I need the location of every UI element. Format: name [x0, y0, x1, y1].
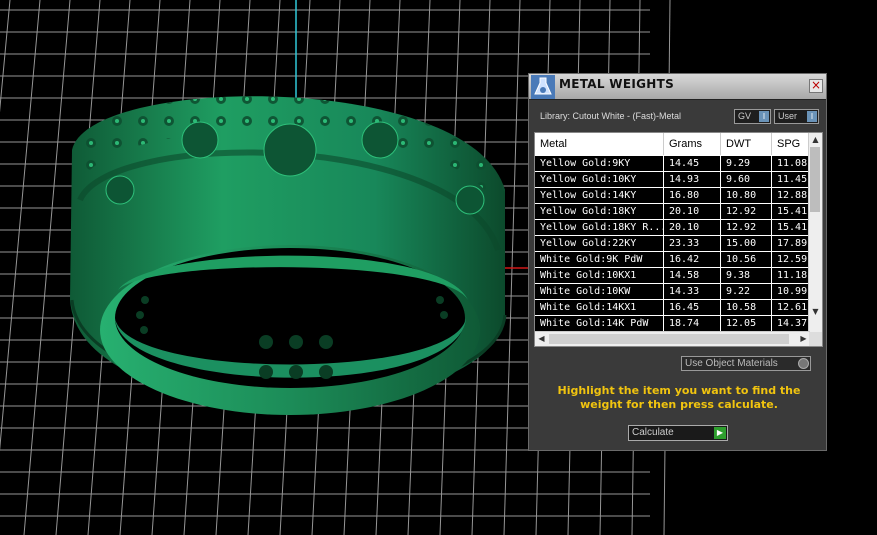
cell-metal: White Gold:14KX1 [535, 300, 664, 315]
cell-dwt: 9.22 [721, 284, 772, 299]
scroll-up-icon[interactable]: ▲ [809, 133, 822, 146]
table-row[interactable]: White Gold:9K PdW 16.42 10.56 12.59 [535, 252, 810, 268]
table-row[interactable]: White Gold:14K PdW 18.74 12.05 14.37 [535, 316, 810, 332]
cell-grams: 14.93 [664, 172, 721, 187]
table-row[interactable]: White Gold:10KX1 14.58 9.38 11.18 [535, 268, 810, 284]
cell-dwt: 10.58 [721, 300, 772, 315]
cell-dwt: 12.92 [721, 204, 772, 219]
radio-knob-icon [798, 358, 809, 369]
cell-grams: 20.10 [664, 204, 721, 219]
cell-spg: 14.37 [772, 316, 810, 331]
cell-grams: 16.80 [664, 188, 721, 203]
cell-grams: 14.58 [664, 268, 721, 283]
gv-label: GV [738, 111, 752, 121]
table-row[interactable]: White Gold:14KX1 16.45 10.58 12.61 [535, 300, 810, 316]
cell-spg: 10.99 [772, 284, 810, 299]
cell-dwt: 9.38 [721, 268, 772, 283]
ring-model [70, 96, 507, 415]
table-row[interactable]: Yellow Gold:22KY 23.33 15.00 17.89 [535, 236, 810, 252]
cell-metal: White Gold:10KX1 [535, 268, 664, 283]
horizontal-scroll-thumb[interactable] [549, 334, 789, 344]
dropdown-arrow-icon: I [759, 111, 769, 122]
cell-spg: 17.89 [772, 236, 810, 251]
table-row[interactable]: Yellow Gold:18KY R... 20.10 12.92 15.41 [535, 220, 810, 236]
panel-title: METAL WEIGHTS [559, 77, 675, 91]
play-arrow-icon: ▶ [714, 427, 726, 439]
cell-spg: 11.08 [772, 156, 810, 171]
cell-dwt: 12.05 [721, 316, 772, 331]
table-row[interactable]: Yellow Gold:9KY 14.45 9.29 11.08 [535, 156, 810, 172]
column-header-metal[interactable]: Metal [535, 133, 664, 155]
gem-flask-icon [531, 75, 555, 99]
column-header-grams[interactable]: Grams [664, 133, 721, 155]
cell-dwt: 9.60 [721, 172, 772, 187]
object-materials-toggle[interactable]: Use Object Materials [681, 356, 811, 371]
user-dropdown[interactable]: User I [774, 109, 819, 124]
cell-spg: 12.59 [772, 252, 810, 267]
cell-grams: 14.45 [664, 156, 721, 171]
calculate-button[interactable]: Calculate ▶ [628, 425, 728, 441]
cell-metal: Yellow Gold:18KY [535, 204, 664, 219]
calculate-label: Calculate [632, 427, 674, 438]
cell-metal: Yellow Gold:14KY [535, 188, 664, 203]
cell-grams: 14.33 [664, 284, 721, 299]
cell-grams: 20.10 [664, 220, 721, 235]
close-icon[interactable]: × [809, 79, 823, 93]
table-row[interactable]: Yellow Gold:10KY 14.93 9.60 11.45 [535, 172, 810, 188]
cell-spg: 11.18 [772, 268, 810, 283]
table-row[interactable]: Yellow Gold:14KY 16.80 10.80 12.88 [535, 188, 810, 204]
gv-dropdown[interactable]: GV I [734, 109, 771, 124]
table-row[interactable]: Yellow Gold:18KY 20.10 12.92 15.41 [535, 204, 810, 220]
cell-spg: 12.61 [772, 300, 810, 315]
cell-metal: White Gold:10KW [535, 284, 664, 299]
cell-dwt: 15.00 [721, 236, 772, 251]
panel-titlebar[interactable]: METAL WEIGHTS × [529, 74, 826, 100]
vertical-scroll-thumb[interactable] [810, 147, 820, 212]
cell-metal: White Gold:14K PdW [535, 316, 664, 331]
table-header: Metal Grams DWT SPG [535, 133, 822, 155]
cell-metal: White Gold:9K PdW [535, 252, 664, 267]
cell-dwt: 10.56 [721, 252, 772, 267]
library-label: Library: Cutout White - (Fast)-Metal [540, 111, 682, 121]
cell-grams: 16.45 [664, 300, 721, 315]
cell-metal: Yellow Gold:10KY [535, 172, 664, 187]
cell-metal: Yellow Gold:18KY R... [535, 220, 664, 235]
scroll-corner [809, 332, 822, 346]
vertical-scrollbar[interactable]: ▲ ▼ [808, 133, 822, 332]
cell-metal: Yellow Gold:9KY [535, 156, 664, 171]
dropdown-arrow-icon: I [807, 111, 817, 122]
user-label: User [778, 111, 798, 121]
scroll-left-icon[interactable]: ◀ [535, 332, 548, 345]
instruction-text: Highlight the item you want to find the … [557, 384, 801, 411]
metal-weights-panel: METAL WEIGHTS × Library: Cutout White - … [528, 73, 827, 451]
scroll-down-icon[interactable]: ▼ [809, 305, 822, 318]
cell-metal: Yellow Gold:22KY [535, 236, 664, 251]
horizontal-scrollbar[interactable]: ◀ ▶ [535, 331, 810, 346]
cell-spg: 12.88 [772, 188, 810, 203]
cell-spg: 15.41 [772, 220, 810, 235]
table-row[interactable]: White Gold:10KW 14.33 9.22 10.99 [535, 284, 810, 300]
column-header-dwt[interactable]: DWT [721, 133, 772, 155]
table-body: Yellow Gold:9KY 14.45 9.29 11.08 Yellow Gold… [535, 156, 810, 332]
object-materials-label: Use Object Materials [685, 358, 778, 369]
cell-dwt: 12.92 [721, 220, 772, 235]
cell-spg: 11.45 [772, 172, 810, 187]
cell-grams: 18.74 [664, 316, 721, 331]
cell-dwt: 9.29 [721, 156, 772, 171]
cell-grams: 16.42 [664, 252, 721, 267]
cell-spg: 15.41 [772, 204, 810, 219]
metal-table[interactable]: Metal Grams DWT SPG Yellow Gold:9KY 14.45… [534, 132, 823, 347]
cell-dwt: 10.80 [721, 188, 772, 203]
cell-grams: 23.33 [664, 236, 721, 251]
